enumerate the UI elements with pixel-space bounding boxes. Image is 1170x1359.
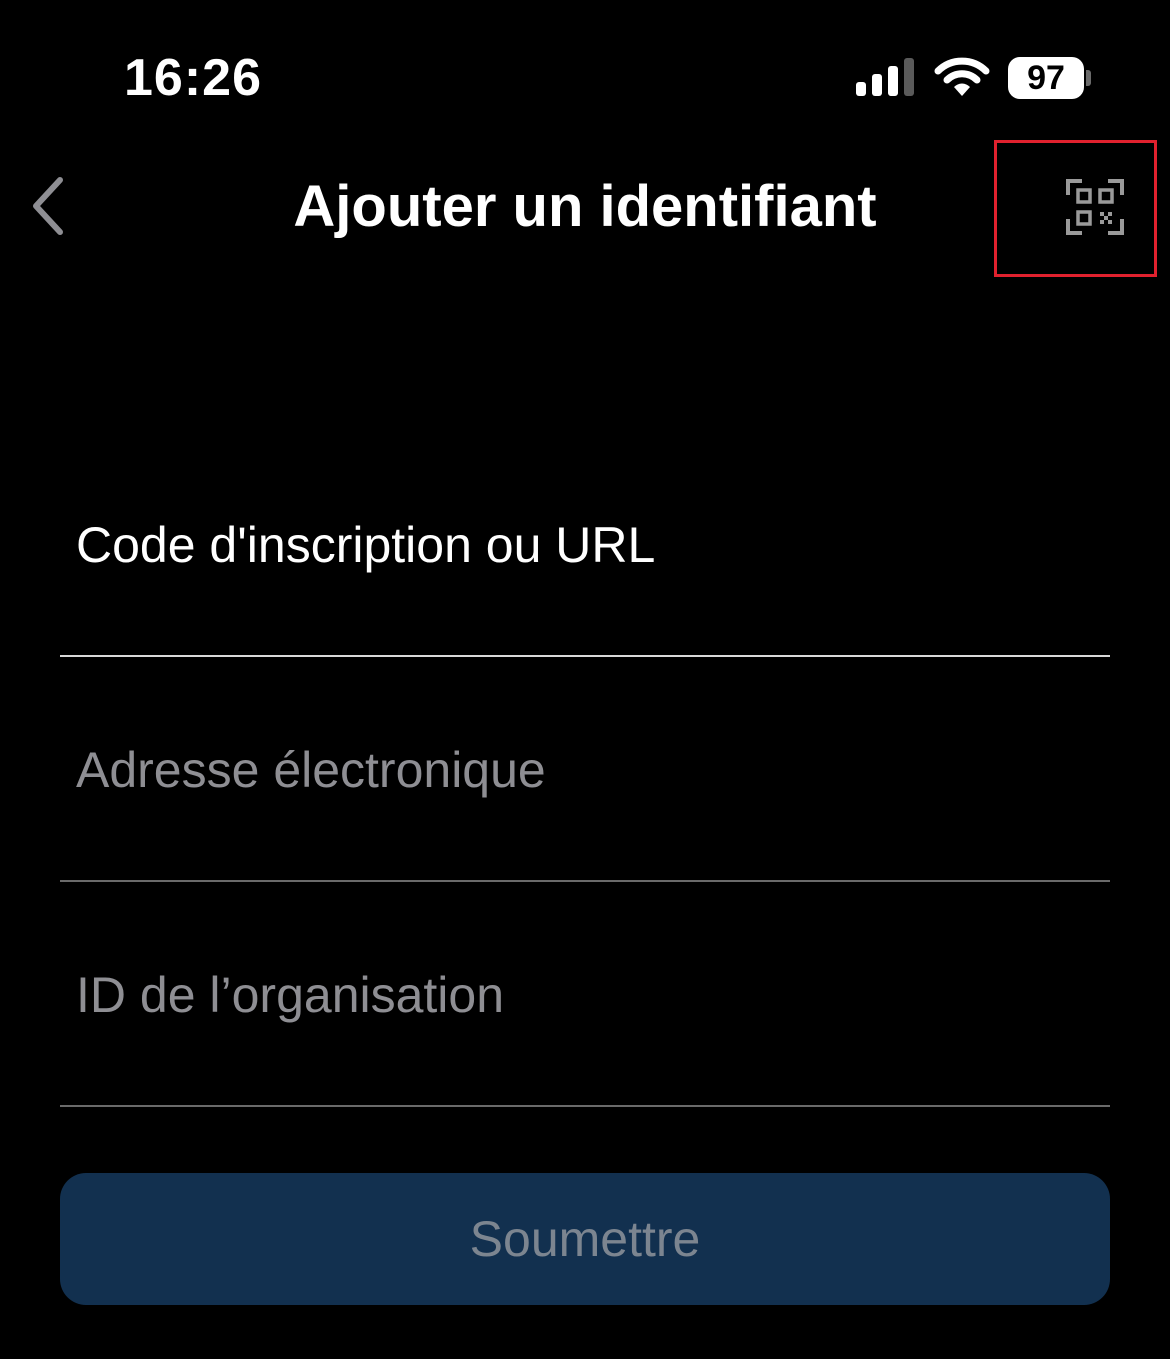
organization-id-field[interactable] bbox=[60, 882, 1110, 1107]
field-divider bbox=[60, 1105, 1110, 1107]
email-field[interactable] bbox=[60, 657, 1110, 882]
battery-icon: 97 bbox=[1008, 57, 1084, 99]
battery-level: 97 bbox=[1027, 59, 1065, 97]
enrollment-code-field[interactable] bbox=[60, 432, 1110, 657]
page-title: Ajouter un identifiant bbox=[293, 174, 877, 239]
wifi-icon bbox=[934, 56, 990, 98]
submit-button[interactable]: Soumettre bbox=[60, 1173, 1110, 1305]
qr-scan-button[interactable] bbox=[1046, 158, 1144, 256]
battery-cap bbox=[1086, 70, 1091, 86]
email-input[interactable] bbox=[76, 657, 1096, 882]
enrollment-code-input[interactable] bbox=[76, 432, 1096, 657]
status-time: 16:26 bbox=[124, 49, 262, 107]
qr-code-scan-icon bbox=[1066, 179, 1124, 235]
signal-icon bbox=[856, 58, 916, 98]
organization-id-input[interactable] bbox=[76, 882, 1096, 1107]
